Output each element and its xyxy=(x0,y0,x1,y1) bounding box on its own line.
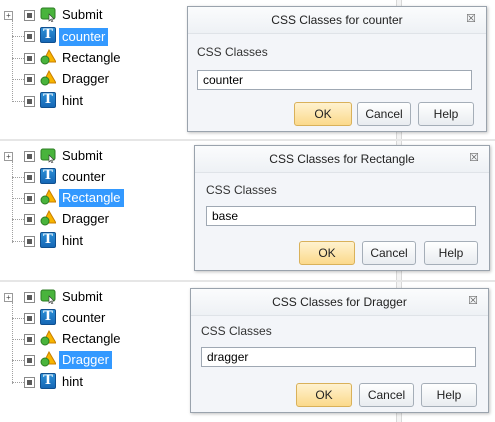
css-classes-input[interactable] xyxy=(206,206,476,226)
button-icon xyxy=(40,289,56,304)
tree-item-hint[interactable]: hint xyxy=(59,92,86,110)
text-icon: T xyxy=(40,373,56,389)
tree-line xyxy=(12,177,24,178)
text-icon: T xyxy=(40,309,56,325)
ok-button[interactable]: OK xyxy=(294,102,352,126)
button-icon xyxy=(40,7,56,22)
tree-line xyxy=(12,161,13,243)
shape-icon xyxy=(40,70,56,86)
tree-item-rectangle[interactable]: Rectangle xyxy=(59,330,124,348)
tree-item-counter[interactable]: counter xyxy=(59,28,109,46)
dialog-title: CSS Classes for Dragger xyxy=(272,295,407,309)
visibility-checkbox[interactable] xyxy=(24,151,35,162)
tree-item-rectangle[interactable]: Rectangle xyxy=(59,189,124,207)
css-classes-input[interactable] xyxy=(197,70,472,90)
visibility-checkbox[interactable] xyxy=(24,313,35,324)
tree-item-hint[interactable]: hint xyxy=(59,232,86,250)
visibility-checkbox[interactable] xyxy=(24,214,35,225)
tree-line xyxy=(12,360,24,361)
text-icon: T xyxy=(40,232,56,248)
tree-line xyxy=(12,198,24,199)
expand-toggle[interactable]: + xyxy=(4,293,13,302)
help-button[interactable]: Help xyxy=(424,241,478,265)
tree-line xyxy=(12,219,24,220)
tree-item-dragger[interactable]: Dragger xyxy=(59,70,112,88)
button-icon xyxy=(40,148,56,163)
element-tree: + Submit T counter Rectangle Dragger T h… xyxy=(0,0,190,140)
tree-line xyxy=(12,20,13,102)
panel-3: + Submit T counter Rectangle Dragger T h… xyxy=(0,282,495,422)
close-icon[interactable]: ☒ xyxy=(462,11,480,27)
shape-icon xyxy=(40,210,56,226)
dialog-titlebar[interactable]: CSS Classes for Rectangle ☒ xyxy=(195,146,489,173)
css-classes-label: CSS Classes xyxy=(197,45,268,59)
cancel-button[interactable]: Cancel xyxy=(357,102,411,126)
css-classes-label: CSS Classes xyxy=(206,183,277,197)
visibility-checkbox[interactable] xyxy=(24,172,35,183)
tree-line xyxy=(12,58,24,59)
visibility-checkbox[interactable] xyxy=(24,334,35,345)
visibility-checkbox[interactable] xyxy=(24,193,35,204)
tree-line xyxy=(12,318,24,319)
text-icon: T xyxy=(40,168,56,184)
tree-item-rectangle[interactable]: Rectangle xyxy=(59,49,124,67)
shape-icon xyxy=(40,351,56,367)
tree-item-dragger[interactable]: Dragger xyxy=(59,210,112,228)
tree-item-counter[interactable]: counter xyxy=(59,309,108,327)
css-classes-dialog: CSS Classes for counter ☒ CSS Classes OK… xyxy=(187,6,487,132)
ok-button[interactable]: OK xyxy=(296,383,352,407)
dialog-title: CSS Classes for counter xyxy=(271,13,403,27)
visibility-checkbox[interactable] xyxy=(24,74,35,85)
css-classes-label: CSS Classes xyxy=(201,324,272,338)
cancel-button[interactable]: Cancel xyxy=(362,241,416,265)
cancel-button[interactable]: Cancel xyxy=(359,383,414,407)
visibility-checkbox[interactable] xyxy=(24,355,35,366)
tree-item-submit[interactable]: Submit xyxy=(59,6,105,24)
visibility-checkbox[interactable] xyxy=(24,31,35,42)
dialog-titlebar[interactable]: CSS Classes for Dragger ☒ xyxy=(191,289,488,316)
dialog-titlebar[interactable]: CSS Classes for counter ☒ xyxy=(188,7,486,34)
tree-item-counter[interactable]: counter xyxy=(59,168,108,186)
shape-icon xyxy=(40,49,56,65)
expand-toggle[interactable]: + xyxy=(4,11,13,20)
text-icon: T xyxy=(40,27,56,43)
visibility-checkbox[interactable] xyxy=(24,377,35,388)
close-icon[interactable]: ☒ xyxy=(464,293,482,309)
tree-line xyxy=(12,79,24,80)
visibility-checkbox[interactable] xyxy=(24,10,35,21)
visibility-checkbox[interactable] xyxy=(24,53,35,64)
tree-line xyxy=(12,302,13,384)
expand-toggle[interactable]: + xyxy=(4,152,13,161)
ok-button[interactable]: OK xyxy=(299,241,355,265)
visibility-checkbox[interactable] xyxy=(24,96,35,107)
tree-line xyxy=(12,339,24,340)
panel-2: + Submit T counter Rectangle Dragger T h… xyxy=(0,141,495,281)
visibility-checkbox[interactable] xyxy=(24,236,35,247)
panel-1: + Submit T counter Rectangle Dragger T h… xyxy=(0,0,495,140)
css-classes-input[interactable] xyxy=(201,347,476,367)
tree-line xyxy=(12,382,24,383)
tree-item-hint[interactable]: hint xyxy=(59,373,86,391)
tree-line xyxy=(12,241,24,242)
dialog-title: CSS Classes for Rectangle xyxy=(269,152,415,166)
text-icon: T xyxy=(40,92,56,108)
help-button[interactable]: Help xyxy=(418,102,474,126)
tree-item-submit[interactable]: Submit xyxy=(59,147,105,165)
shape-icon xyxy=(40,189,56,205)
css-classes-dialog: CSS Classes for Dragger ☒ CSS Classes OK… xyxy=(190,288,489,413)
tree-line xyxy=(12,36,24,37)
help-button[interactable]: Help xyxy=(421,383,477,407)
element-tree: + Submit T counter Rectangle Dragger T h… xyxy=(0,141,190,281)
tree-item-submit[interactable]: Submit xyxy=(59,288,105,306)
element-tree: + Submit T counter Rectangle Dragger T h… xyxy=(0,282,190,422)
tree-item-dragger[interactable]: Dragger xyxy=(59,351,112,369)
shape-icon xyxy=(40,330,56,346)
tree-line xyxy=(12,101,24,102)
visibility-checkbox[interactable] xyxy=(24,292,35,303)
close-icon[interactable]: ☒ xyxy=(465,150,483,166)
css-classes-dialog: CSS Classes for Rectangle ☒ CSS Classes … xyxy=(194,145,490,271)
